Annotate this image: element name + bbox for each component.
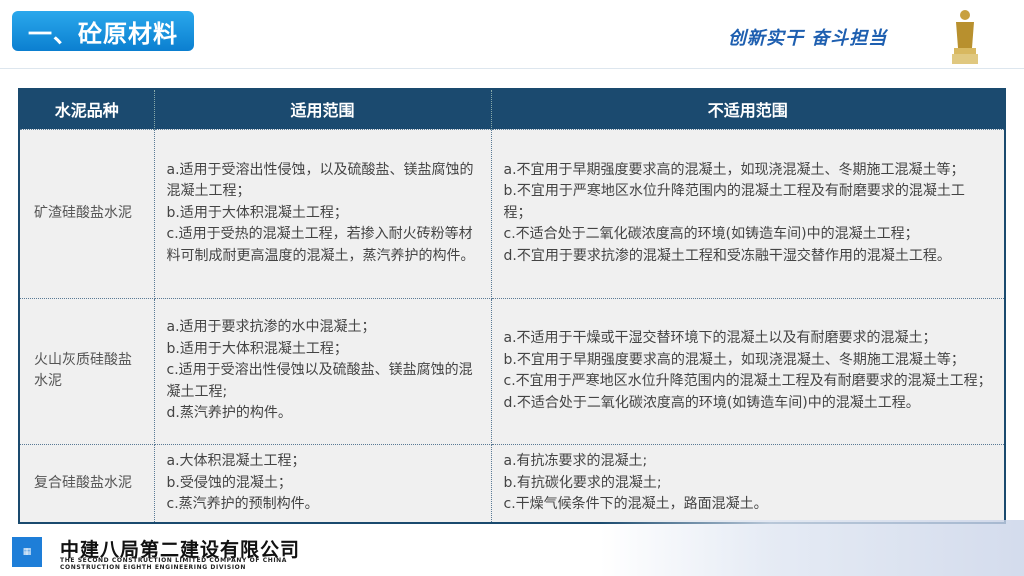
table-row: 矿渣硅酸盐水泥 a.适用于受溶出性侵蚀，以及硫酸盐、镁盐腐蚀的混凝土工程； b.适用… <box>18 128 1006 299</box>
unsuitable-cell: a.有抗冻要求的混凝土; b.有抗碳化要求的混凝土; c.干燥气候条件下的混凝土，路… <box>490 443 1006 524</box>
company-name-en-line2: CONSTRUCTION EIGHTH ENGINEERING DIVISION <box>60 564 246 571</box>
divider <box>0 68 1024 69</box>
unsuitable-item: c.不宜用于严寒地区水位升降范围内的混凝土工程及有耐磨要求的混凝土工程； <box>503 373 992 389</box>
unsuitable-item: a.不宜用于早期强度要求高的混凝土，如现浇混凝土、冬期施工混凝土等； <box>503 161 965 178</box>
unsuitable-item: d.不宜用于要求抗渗的混凝土工程和受冻融干湿交替作用的混凝土工程。 <box>503 247 951 264</box>
company-name-en: THE SECOND CONSTRUCTION LIMITED COMPANY … <box>60 557 287 571</box>
cement-kind: 复合硅酸盐水泥 <box>18 443 155 524</box>
suitable-item: d.蒸汽养护的构件。 <box>166 405 292 422</box>
unsuitable-item: c.不适合处于二氧化碳浓度高的环境(如铸造车间)中的混凝土工程； <box>503 226 919 243</box>
unsuitable-cell: a.不适用于干燥或干湿交替环境下的混凝土以及有耐磨要求的混凝土； b.不宜用于早期… <box>490 297 1006 445</box>
column-header-unsuitable: 不适用范围 <box>491 89 1006 129</box>
column-header-suitable: 适用范围 <box>154 89 492 129</box>
slogan: 创新实干 奋斗担当 <box>728 28 888 49</box>
company-logo: ▦ <box>12 537 42 567</box>
unsuitable-item: c.干燥气候条件下的混凝土，路面混凝土。 <box>503 496 768 512</box>
suitable-item: a.适用于受溶出性侵蚀，以及硫酸盐、镁盐腐蚀的混凝土工程； <box>166 161 474 200</box>
unsuitable-item: b.不宜用于早期强度要求高的混凝土，如现浇混凝土、冬期施工混凝土等； <box>503 351 965 368</box>
cement-table: 水泥品种 适用范围 不适用范围 矿渣硅酸盐水泥 a.适用于受溶出性侵蚀，以及硫酸盐… <box>18 88 1006 524</box>
table-row: 复合硅酸盐水泥 a.大体积混凝土工程； b.受侵蚀的混凝土； c.蒸汽养护的预制构件。… <box>18 443 1006 524</box>
suitable-item: a.大体积混凝土工程； <box>166 453 306 469</box>
suitable-item: c.适用于受热的混凝土工程，若掺入耐火砖粉等材料可制成耐更高温度的混凝土，蒸汽养… <box>166 226 475 264</box>
unsuitable-item: a.有抗冻要求的混凝土; <box>503 453 648 469</box>
unsuitable-item: b.有抗碳化要求的混凝土; <box>503 474 662 491</box>
unsuitable-cell: a.不宜用于早期强度要求高的混凝土，如现浇混凝土、冬期施工混凝土等； b.不宜用于… <box>490 128 1006 299</box>
suitable-item: c.适用于受溶出性侵蚀以及硫酸盐、镁盐腐蚀的混凝土工程; <box>166 362 473 400</box>
unsuitable-item: a.不适用于干燥或干湿交替环境下的混凝土以及有耐磨要求的混凝土； <box>503 330 937 346</box>
suitable-item: b.适用于大体积混凝土工程； <box>166 340 348 357</box>
suitable-cell: a.大体积混凝土工程； b.受侵蚀的混凝土； c.蒸汽养护的预制构件。 <box>153 443 492 524</box>
company-name-en-line1: THE SECOND CONSTRUCTION LIMITED COMPANY … <box>60 557 288 564</box>
column-header-kind: 水泥品种 <box>19 89 155 129</box>
suitable-cell: a.适用于受溶出性侵蚀，以及硫酸盐、镁盐腐蚀的混凝土工程； b.适用于大体积混凝土… <box>153 128 492 299</box>
statue-logo-icon <box>952 10 978 64</box>
city-background-image <box>600 520 1024 576</box>
unsuitable-item: b.不宜用于严寒地区水位升降范围内的混凝土工程及有耐磨要求的混凝土工程； <box>503 183 965 221</box>
suitable-item: b.受侵蚀的混凝土； <box>166 474 292 491</box>
suitable-item: c.蒸汽养护的预制构件。 <box>166 496 319 512</box>
table-row: 火山灰质硅酸盐水泥 a.适用于要求抗渗的水中混凝土； b.适用于大体积混凝土工程； c… <box>18 297 1006 445</box>
suitable-cell: a.适用于要求抗渗的水中混凝土； b.适用于大体积混凝土工程； c.适用于受溶出性侵… <box>153 297 492 445</box>
suitable-item: b.适用于大体积混凝土工程； <box>166 204 348 221</box>
page-title: 一、砼原材料 <box>12 11 194 51</box>
unsuitable-item: d.不适合处于二氧化碳浓度高的环境(如铸造车间)中的混凝土工程。 <box>503 394 920 411</box>
cement-kind: 矿渣硅酸盐水泥 <box>18 128 155 299</box>
suitable-item: a.适用于要求抗渗的水中混凝土； <box>166 319 376 336</box>
cement-kind: 火山灰质硅酸盐水泥 <box>18 297 155 445</box>
